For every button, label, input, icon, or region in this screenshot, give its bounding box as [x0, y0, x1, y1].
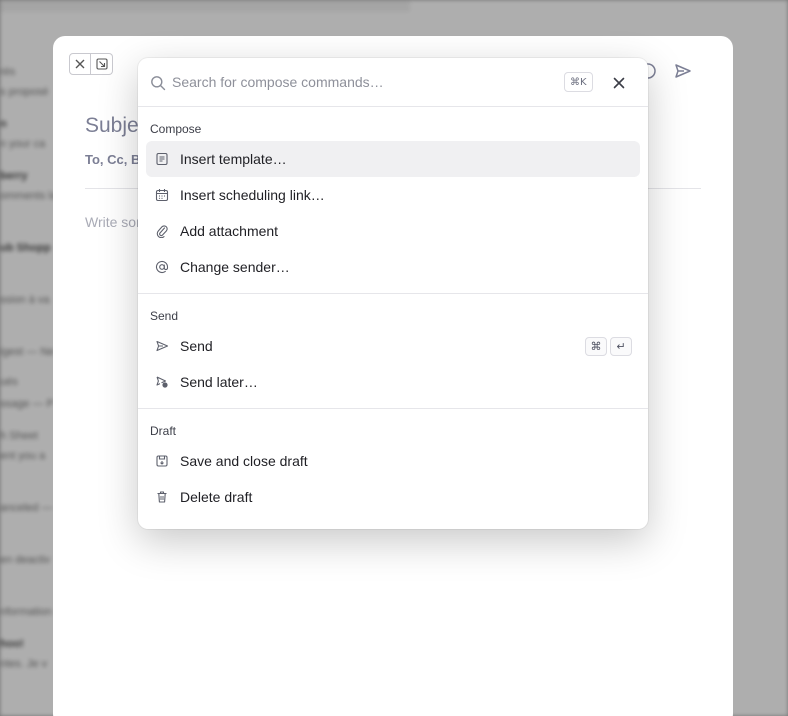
command-add-attachment[interactable]: Add attachment: [146, 213, 640, 249]
keyboard-shortcut: ⌘ ↵: [585, 337, 632, 356]
compose-window-controls: [69, 53, 113, 75]
close-compose-button[interactable]: [69, 53, 91, 75]
command-send-later[interactable]: Send later…: [146, 364, 640, 400]
calendar-icon: [155, 189, 169, 202]
search-input[interactable]: [172, 71, 552, 93]
send-later-icon: [156, 376, 168, 388]
close-icon: [613, 77, 625, 89]
command-label: Save and close draft: [180, 453, 308, 469]
command-change-sender[interactable]: Change sender…: [146, 249, 640, 285]
send-icon[interactable]: [673, 61, 693, 81]
command-list: Send ⌘ ↵ Send later…: [138, 324, 648, 408]
trash-icon: [157, 491, 167, 503]
section-title: Compose: [150, 122, 202, 136]
command-label: Insert template…: [180, 151, 287, 167]
search-icon: [151, 76, 166, 91]
collapse-icon: [95, 58, 108, 70]
command-label: Send: [180, 338, 213, 354]
key-cap: ⌘: [585, 337, 607, 356]
command-delete-draft[interactable]: Delete draft: [146, 479, 640, 515]
key-cap: ↵: [610, 337, 632, 356]
command-save-and-close-draft[interactable]: Save and close draft: [146, 443, 640, 479]
section-draft: Draft Save and close draft Delete draft: [138, 409, 648, 523]
pop-out-button[interactable]: [91, 53, 113, 75]
command-list: Save and close draft Delete draft: [138, 439, 648, 523]
save-draft-icon: [156, 455, 168, 467]
close-palette-button[interactable]: [608, 72, 630, 94]
command-palette: ⌘K Compose Insert template… Insert schedul…: [138, 58, 648, 529]
command-label: Send later…: [180, 374, 258, 390]
section-title: Send: [150, 309, 179, 323]
palette-search-row: ⌘K: [138, 58, 648, 107]
section-compose: Compose Insert template… Insert scheduling…: [138, 107, 648, 294]
command-label: Add attachment: [180, 223, 279, 239]
command-insert-template[interactable]: Insert template…: [146, 141, 640, 177]
paperclip-icon: [156, 225, 168, 238]
command-insert-scheduling-link[interactable]: Insert scheduling link…: [146, 177, 640, 213]
at-sign-icon: [155, 260, 169, 274]
send-icon: [156, 340, 169, 352]
template-icon: [156, 152, 168, 166]
shortcut-hint: ⌘K: [564, 72, 593, 92]
section-send: Send Send ⌘ ↵ Send later…: [138, 294, 648, 409]
command-label: Change sender…: [180, 259, 290, 275]
command-list: Insert template… Insert scheduling link… A…: [138, 137, 648, 293]
command-label: Insert scheduling link…: [180, 187, 325, 203]
command-send[interactable]: Send ⌘ ↵: [146, 328, 640, 364]
command-label: Delete draft: [180, 489, 253, 505]
section-title: Draft: [150, 424, 177, 438]
palette-sections: Compose Insert template… Insert scheduling…: [138, 107, 648, 523]
close-icon: [75, 59, 85, 69]
